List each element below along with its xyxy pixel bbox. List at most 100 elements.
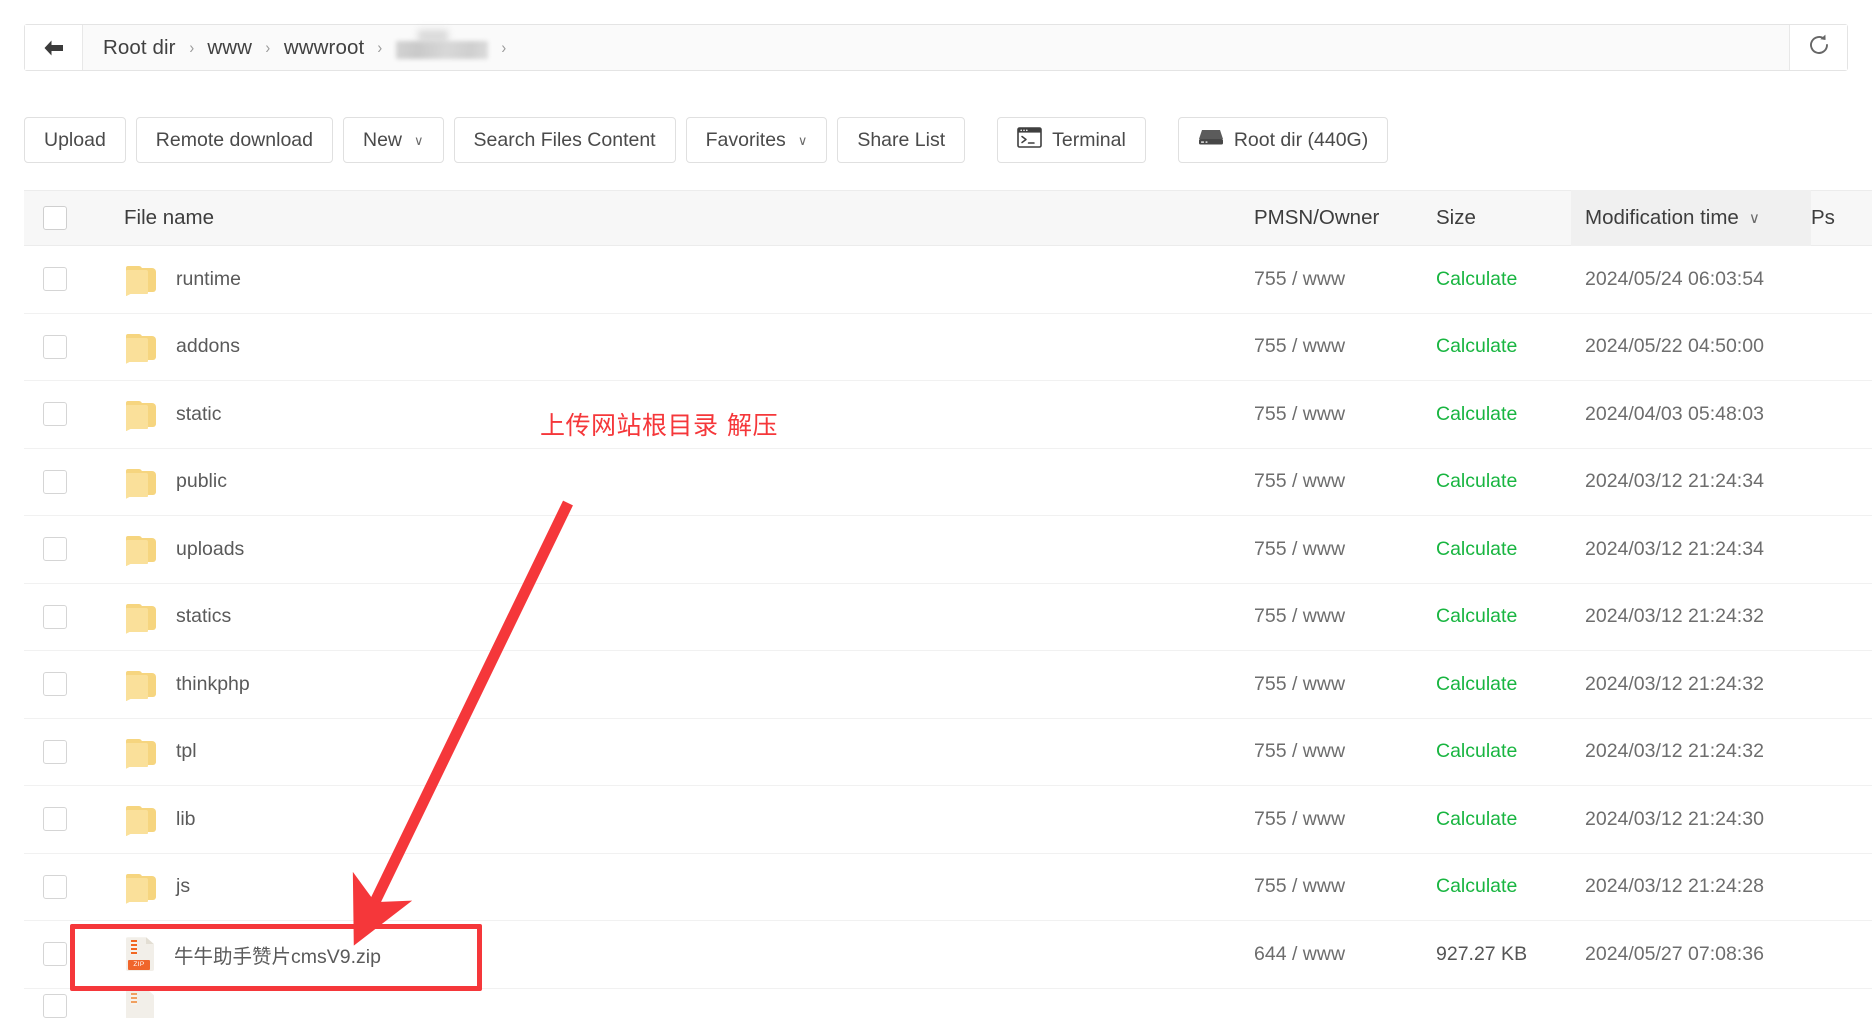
column-header-ps[interactable]: Ps: [1811, 206, 1871, 230]
row-checkbox[interactable]: [43, 739, 67, 764]
folder-icon: [126, 806, 156, 837]
row-checkbox[interactable]: [43, 942, 67, 967]
cell-file-name[interactable]: public: [86, 468, 1254, 499]
breadcrumb-bar: Root dir › www › wwwroot › ›: [24, 24, 1848, 71]
share-list-button[interactable]: Share List: [837, 117, 966, 163]
row-checkbox[interactable]: [43, 402, 67, 427]
sort-chevron-down-icon[interactable]: ∨: [1749, 209, 1760, 227]
favorites-button[interactable]: Favorites ∨: [685, 117, 828, 163]
row-checkbox-cell: [24, 942, 86, 967]
cell-size-calculate-link[interactable]: Calculate: [1436, 740, 1571, 763]
cell-perm-owner[interactable]: 755 / www: [1254, 673, 1436, 696]
cell-file-name[interactable]: tpl: [86, 738, 1254, 769]
row-checkbox[interactable]: [43, 469, 67, 494]
table-row[interactable]: runtime 755 / www Calculate 2024/05/24 06:0…: [24, 246, 1872, 314]
new-button[interactable]: New ∨: [342, 117, 444, 163]
cell-file-name[interactable]: [86, 988, 1254, 1018]
cell-file-name[interactable]: lib: [86, 806, 1254, 837]
cell-size-calculate-link[interactable]: Calculate: [1436, 875, 1571, 898]
cell-size-calculate-link[interactable]: Calculate: [1436, 673, 1571, 696]
cell-perm-owner[interactable]: 755 / www: [1254, 605, 1436, 628]
favorites-button-label: Favorites: [705, 128, 786, 151]
cell-size-calculate-link[interactable]: Calculate: [1436, 538, 1571, 561]
refresh-button[interactable]: [1789, 25, 1847, 70]
cell-file-name[interactable]: ZIP 牛牛助手赞片cmsV9.zip: [86, 937, 1254, 972]
table-row[interactable]: static 755 / www Calculate 2024/04/03 05:48…: [24, 381, 1872, 449]
column-header-perm-owner[interactable]: PMSN/Owner: [1254, 206, 1436, 230]
table-row[interactable]: ZIP 牛牛助手赞片cmsV9.zip 644 / www 927.27 KB 2024…: [24, 921, 1872, 989]
cell-size-calculate-link[interactable]: Calculate: [1436, 268, 1571, 291]
search-files-content-button[interactable]: Search Files Content: [453, 117, 676, 163]
folder-icon: [126, 333, 156, 364]
cell-size-calculate-link[interactable]: Calculate: [1436, 335, 1571, 358]
cell-perm-owner[interactable]: 755 / www: [1254, 268, 1436, 291]
file-icon: [126, 988, 154, 1018]
row-checkbox[interactable]: [43, 993, 67, 1018]
table-row[interactable]: public 755 / www Calculate 2024/03/12 21:24…: [24, 449, 1872, 516]
table-row[interactable]: js 755 / www Calculate 2024/03/12 21:24:28: [24, 854, 1872, 921]
cell-perm-owner[interactable]: 755 / www: [1254, 740, 1436, 763]
file-manager-page: Root dir › www › wwwroot › › Upload Remo…: [0, 0, 1872, 1018]
row-checkbox[interactable]: [43, 874, 67, 899]
file-name-label: statics: [176, 605, 232, 628]
cell-perm-owner[interactable]: 755 / www: [1254, 403, 1436, 426]
breadcrumb-item-root[interactable]: Root dir: [103, 36, 176, 60]
upload-button[interactable]: Upload: [24, 117, 126, 163]
root-dir-button-label: Root dir (440G): [1233, 128, 1369, 151]
table-body: runtime 755 / www Calculate 2024/05/24 06:0…: [24, 246, 1872, 1018]
folder-icon: [126, 873, 156, 904]
breadcrumb-item-wwwroot[interactable]: wwwroot: [284, 36, 364, 60]
cell-file-name[interactable]: statics: [86, 603, 1254, 634]
table-row[interactable]: lib 755 / www Calculate 2024/03/12 21:24:30: [24, 786, 1872, 854]
row-checkbox[interactable]: [43, 604, 67, 629]
cell-file-name[interactable]: addons: [86, 333, 1254, 364]
cell-size: 927.27 KB: [1436, 942, 1528, 965]
cell-file-name[interactable]: uploads: [86, 536, 1254, 567]
back-button[interactable]: [25, 25, 83, 70]
cell-modification-time: 2024/05/24 06:03:54: [1585, 267, 1764, 290]
table-row[interactable]: statics 755 / www Calculate 2024/03/12 21:2…: [24, 584, 1872, 651]
table-row[interactable]: thinkphp 755 / www Calculate 2024/03/12 21:…: [24, 651, 1872, 719]
cell-perm-owner[interactable]: 644 / www: [1254, 943, 1436, 966]
table-row[interactable]: uploads 755 / www Calculate 2024/03/12 21:2…: [24, 516, 1872, 584]
cell-perm-owner[interactable]: 755 / www: [1254, 470, 1436, 493]
file-name-label: 牛牛助手赞片cmsV9.zip: [174, 945, 381, 968]
cell-file-name[interactable]: runtime: [86, 266, 1254, 297]
table-row[interactable]: tpl 755 / www Calculate 2024/03/12 21:24:32: [24, 719, 1872, 786]
terminal-button[interactable]: Terminal: [997, 117, 1146, 163]
cell-modification-time: 2024/05/22 04:50:00: [1585, 335, 1764, 358]
file-name-label: static: [176, 402, 222, 425]
cell-file-name[interactable]: js: [86, 873, 1254, 904]
table-row[interactable]: addons 755 / www Calculate 2024/05/22 04:50…: [24, 314, 1872, 381]
breadcrumb-separator: ›: [265, 37, 271, 57]
column-header-file-name[interactable]: File name: [86, 206, 1254, 230]
column-header-modification-time[interactable]: Modification time ∨: [1571, 190, 1811, 246]
cell-perm-owner[interactable]: 755 / www: [1254, 875, 1436, 898]
column-header-size[interactable]: Size: [1436, 206, 1571, 230]
row-checkbox[interactable]: [43, 807, 67, 832]
remote-download-button[interactable]: Remote download: [135, 117, 333, 163]
zip-file-icon: ZIP: [126, 937, 154, 972]
root-dir-button[interactable]: Root dir (440G): [1177, 117, 1389, 163]
row-checkbox[interactable]: [43, 334, 67, 359]
row-checkbox[interactable]: [43, 267, 67, 292]
row-checkbox-cell: [24, 874, 86, 899]
row-checkbox[interactable]: [43, 537, 67, 562]
table-row[interactable]: [24, 988, 1872, 1018]
breadcrumb-item-redacted[interactable]: [396, 40, 489, 59]
table-header-row: File name PMSN/Owner Size Modification t…: [24, 190, 1872, 246]
cell-size-calculate-link[interactable]: Calculate: [1436, 403, 1571, 426]
breadcrumb-item-www[interactable]: www: [207, 36, 252, 60]
row-checkbox[interactable]: [43, 672, 67, 697]
select-all-checkbox[interactable]: [43, 206, 67, 230]
cell-perm-owner[interactable]: 755 / www: [1254, 808, 1436, 831]
cell-perm-owner[interactable]: 755 / www: [1254, 335, 1436, 358]
file-name-label: js: [176, 875, 191, 898]
file-table: File name PMSN/Owner Size Modification t…: [24, 190, 1872, 1018]
breadcrumb: Root dir › www › wwwroot › ›: [83, 25, 1789, 70]
cell-size-calculate-link[interactable]: Calculate: [1436, 605, 1571, 628]
cell-size-calculate-link[interactable]: Calculate: [1436, 808, 1571, 831]
cell-file-name[interactable]: thinkphp: [86, 671, 1254, 702]
cell-perm-owner[interactable]: 755 / www: [1254, 538, 1436, 561]
cell-size-calculate-link[interactable]: Calculate: [1436, 470, 1571, 493]
